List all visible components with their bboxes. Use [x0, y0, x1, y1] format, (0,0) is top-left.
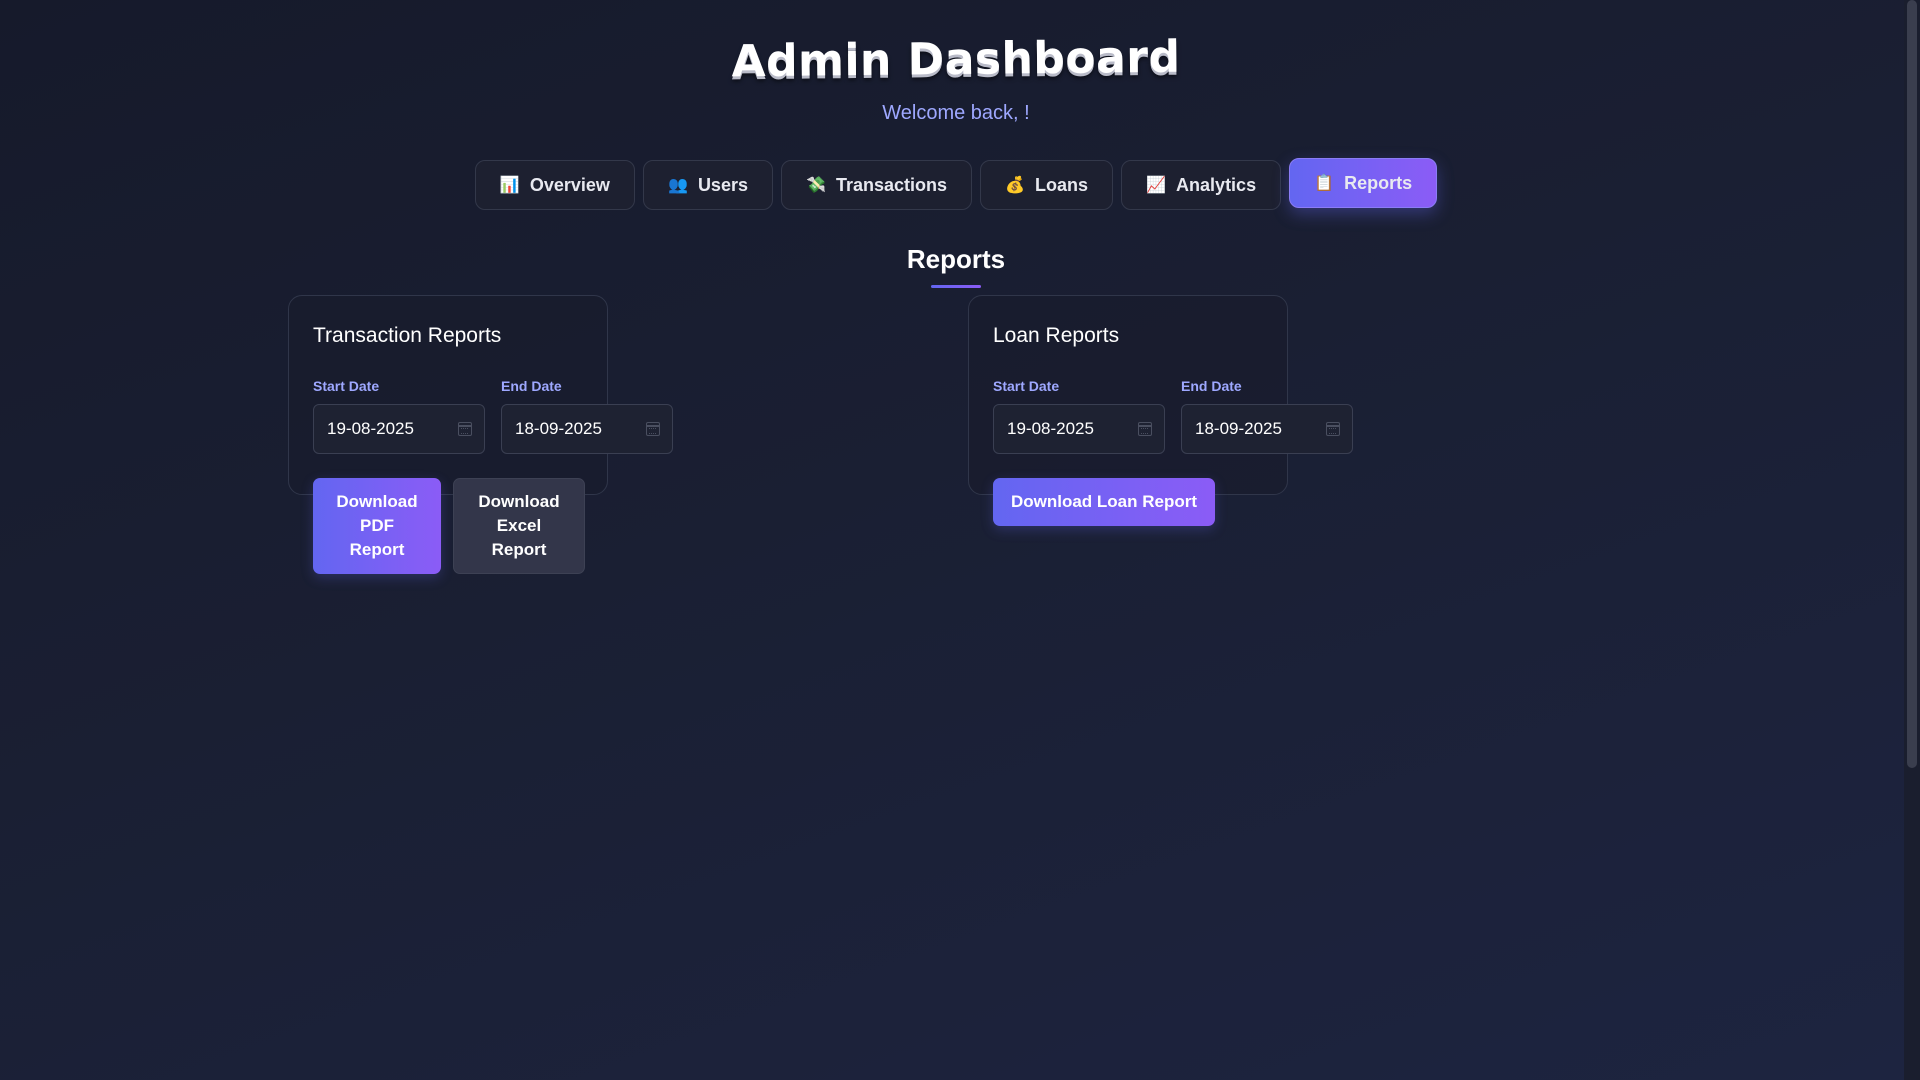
section-title: Reports: [906, 244, 1006, 274]
tab-label: Analytics: [1176, 174, 1257, 195]
download-loan-report-button[interactable]: Download Loan Report: [993, 478, 1215, 526]
calendar-icon[interactable]: [458, 422, 472, 436]
vertical-scrollbar[interactable]: [1904, 0, 1920, 1080]
start-date-label: Start Date: [993, 378, 1060, 394]
transaction-reports-card: Transaction Reports Start Date 19-08-202…: [288, 295, 673, 574]
date-value: 19-08-2025: [1007, 419, 1094, 438]
welcome-message: Welcome back, !: [882, 102, 1030, 124]
tab-analytics[interactable]: 📈 Analytics: [1121, 160, 1282, 210]
download-excel-report-button[interactable]: Download Excel Report: [453, 478, 585, 574]
tab-loans[interactable]: 💰 Loans: [980, 160, 1114, 210]
tab-reports[interactable]: 📋 Reports: [1289, 158, 1438, 208]
scrollbar-thumb[interactable]: [1907, 0, 1917, 768]
dashboard-tabs: 📊 Overview 👥 Users 💸 Transactions 💰 Loan…: [0, 158, 1912, 210]
tab-label: Reports: [1344, 172, 1413, 193]
transaction-start-date-input[interactable]: 19-08-2025: [313, 404, 485, 454]
end-date-label: End Date: [501, 378, 562, 394]
admin-dashboard-page: Admin Dashboard Welcome back, ! 📊 Overvi…: [0, 0, 1904, 1080]
bar-chart-icon: 📊: [499, 177, 520, 194]
money-wings-icon: 💸: [805, 177, 826, 194]
page-title: Admin Dashboard: [731, 31, 1181, 88]
tab-label: Transactions: [835, 174, 948, 195]
loan-end-date-input[interactable]: 18-09-2025: [1181, 404, 1353, 454]
tab-label: Overview: [529, 174, 610, 195]
tab-overview[interactable]: 📊 Overview: [474, 160, 635, 210]
calendar-icon[interactable]: [646, 422, 660, 436]
tab-label: Users: [697, 174, 748, 195]
loan-reports-card: Loan Reports Start Date 19-08-2025 End D…: [968, 295, 1353, 526]
start-date-label: Start Date: [313, 378, 380, 394]
calendar-icon[interactable]: [1138, 422, 1152, 436]
date-value: 18-09-2025: [515, 419, 602, 438]
transaction-end-date-input[interactable]: 18-09-2025: [501, 404, 673, 454]
card-title: Loan Reports: [993, 324, 1120, 347]
tab-label: Loans: [1035, 174, 1089, 195]
tab-transactions[interactable]: 💸 Transactions: [780, 160, 973, 210]
loan-start-date-input[interactable]: 19-08-2025: [993, 404, 1165, 454]
clipboard-icon: 📋: [1314, 175, 1335, 192]
download-pdf-report-button[interactable]: Download PDF Report: [313, 478, 441, 574]
card-title: Transaction Reports: [313, 324, 502, 347]
date-value: 18-09-2025: [1195, 419, 1282, 438]
money-bag-icon: 💰: [1005, 177, 1025, 194]
users-icon: 👥: [667, 177, 688, 194]
trending-chart-icon: 📈: [1146, 177, 1166, 194]
end-date-label: End Date: [1181, 378, 1242, 394]
date-value: 19-08-2025: [327, 419, 414, 438]
section-underline: [931, 285, 981, 288]
tab-users[interactable]: 👥 Users: [642, 160, 773, 210]
calendar-icon[interactable]: [1326, 422, 1340, 436]
